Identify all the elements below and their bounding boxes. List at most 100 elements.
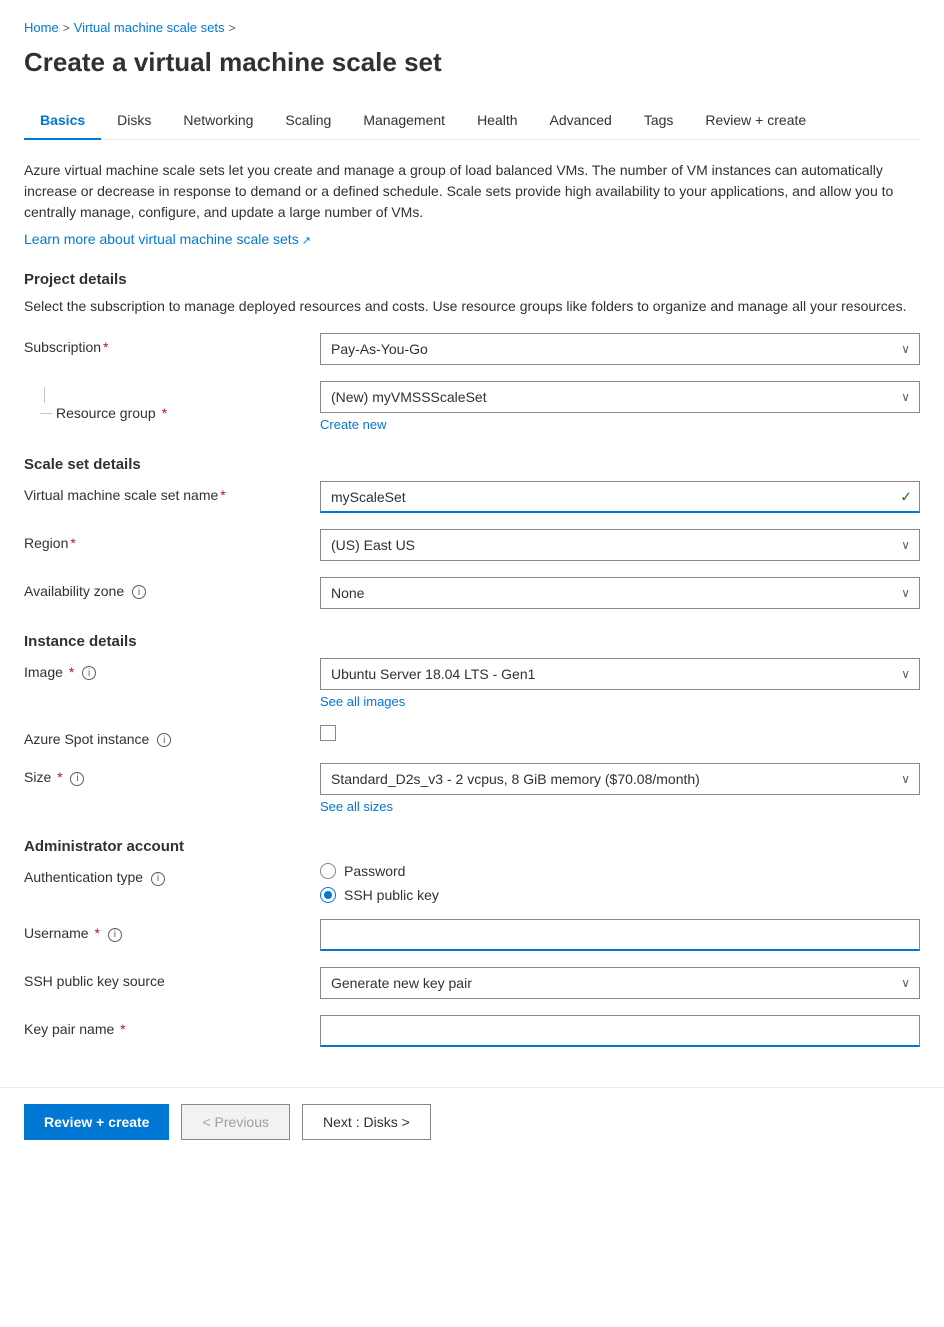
region-row: Region* (US) East US [24,529,920,561]
subscription-control: Pay-As-You-Go [320,333,920,365]
tab-networking[interactable]: Networking [167,102,269,140]
availability-zone-info-icon[interactable]: i [132,585,146,599]
breadcrumb-sep1: > [63,21,70,35]
footer: Review + create < Previous Next : Disks … [0,1087,944,1156]
key-pair-name-control [320,1015,920,1047]
tab-advanced[interactable]: Advanced [534,102,628,140]
availability-zone-control: None [320,577,920,609]
availability-zone-label: Availability zone i [24,577,304,599]
tab-disks[interactable]: Disks [101,102,167,140]
size-row: Size * i Standard_D2s_v3 - 2 vcpus, 8 Gi… [24,763,920,814]
resource-group-control: (New) myVMSSScaleSet Create new [320,381,920,432]
username-info-icon[interactable]: i [108,928,122,942]
azure-spot-row: Azure Spot instance i [24,725,920,747]
project-details-title: Project details [24,271,920,288]
breadcrumb-home[interactable]: Home [24,20,59,35]
auth-ssh-option[interactable]: SSH public key [320,887,920,903]
username-input[interactable] [320,919,920,951]
vmss-name-row: Virtual machine scale set name* ✓ [24,481,920,513]
auth-type-radio-group: Password SSH public key [320,863,920,903]
availability-zone-row: Availability zone i None [24,577,920,609]
vmss-name-control: ✓ [320,481,920,513]
size-select-wrapper: Standard_D2s_v3 - 2 vcpus, 8 GiB memory … [320,763,920,795]
create-new-link[interactable]: Create new [320,417,386,432]
username-row: Username * i [24,919,920,951]
availability-zone-select-wrapper: None [320,577,920,609]
auth-type-label: Authentication type i [24,863,304,885]
image-row: Image * i Ubuntu Server 18.04 LTS - Gen1… [24,658,920,709]
image-label: Image * i [24,658,304,680]
auth-type-info-icon[interactable]: i [151,872,165,886]
tab-basics[interactable]: Basics [24,102,101,140]
review-create-button[interactable]: Review + create [24,1104,169,1140]
subscription-label: Subscription* [24,333,304,355]
azure-spot-info-icon[interactable]: i [157,733,171,747]
azure-spot-control [320,725,920,744]
next-disks-button[interactable]: Next : Disks > [302,1104,431,1140]
auth-type-control: Password SSH public key [320,863,920,903]
see-all-sizes-link[interactable]: See all sizes [320,799,393,814]
auth-password-label: Password [344,863,405,879]
subscription-select[interactable]: Pay-As-You-Go [320,333,920,365]
resource-group-row: Resource group * (New) myVMSSScaleSet Cr… [24,381,920,432]
size-select[interactable]: Standard_D2s_v3 - 2 vcpus, 8 GiB memory … [320,763,920,795]
breadcrumb-vmss[interactable]: Virtual machine scale sets [74,20,225,35]
auth-ssh-label: SSH public key [344,887,439,903]
key-pair-name-input[interactable] [320,1015,920,1047]
username-label: Username * i [24,919,304,941]
key-pair-name-row: Key pair name * [24,1015,920,1047]
see-all-images-link[interactable]: See all images [320,694,405,709]
subscription-required: * [103,339,108,355]
ssh-source-select[interactable]: Generate new key pair [320,967,920,999]
vmss-name-check-icon: ✓ [900,489,912,506]
tabs-bar: Basics Disks Networking Scaling Manageme… [24,102,920,140]
tab-scaling[interactable]: Scaling [269,102,347,140]
resource-group-label-container: Resource group * [24,381,304,421]
key-pair-name-label: Key pair name * [24,1015,304,1037]
project-details-description: Select the subscription to manage deploy… [24,296,920,317]
admin-account-title: Administrator account [24,838,920,855]
image-control: Ubuntu Server 18.04 LTS - Gen1 See all i… [320,658,920,709]
subscription-row: Subscription* Pay-As-You-Go [24,333,920,365]
tab-health[interactable]: Health [461,102,533,140]
page-title: Create a virtual machine scale set [24,47,920,78]
ssh-source-select-wrapper: Generate new key pair [320,967,920,999]
resource-group-select[interactable]: (New) myVMSSScaleSet [320,381,920,413]
instance-details-title: Instance details [24,633,920,650]
resource-group-select-wrapper: (New) myVMSSScaleSet [320,381,920,413]
region-select-wrapper: (US) East US [320,529,920,561]
azure-spot-checkbox[interactable] [320,725,336,741]
auth-password-radio[interactable] [320,863,336,879]
auth-type-row: Authentication type i Password SSH publi… [24,863,920,903]
vmss-name-label: Virtual machine scale set name* [24,481,304,503]
breadcrumb: Home > Virtual machine scale sets > [24,20,920,35]
breadcrumb-sep2: > [228,21,235,35]
learn-more-link[interactable]: Learn more about virtual machine scale s… [24,231,311,247]
intro-description: Azure virtual machine scale sets let you… [24,160,920,223]
azure-spot-label: Azure Spot instance i [24,725,304,747]
ssh-source-row: SSH public key source Generate new key p… [24,967,920,999]
tab-management[interactable]: Management [347,102,461,140]
ssh-source-label: SSH public key source [24,967,304,989]
image-select[interactable]: Ubuntu Server 18.04 LTS - Gen1 [320,658,920,690]
tab-review-create[interactable]: Review + create [689,102,822,140]
tab-tags[interactable]: Tags [628,102,690,140]
availability-zone-select[interactable]: None [320,577,920,609]
scale-set-details-title: Scale set details [24,456,920,473]
region-select[interactable]: (US) East US [320,529,920,561]
auth-password-option[interactable]: Password [320,863,920,879]
subscription-select-wrapper: Pay-As-You-Go [320,333,920,365]
region-control: (US) East US [320,529,920,561]
auth-ssh-radio[interactable] [320,887,336,903]
vmss-name-input-wrapper: ✓ [320,481,920,513]
resource-group-label: Resource group [56,405,156,421]
size-control: Standard_D2s_v3 - 2 vcpus, 8 GiB memory … [320,763,920,814]
previous-button[interactable]: < Previous [181,1104,290,1140]
size-info-icon[interactable]: i [70,772,84,786]
image-select-wrapper: Ubuntu Server 18.04 LTS - Gen1 [320,658,920,690]
image-info-icon[interactable]: i [82,666,96,680]
size-label: Size * i [24,763,304,785]
region-label: Region* [24,529,304,551]
ssh-source-control: Generate new key pair [320,967,920,999]
vmss-name-input[interactable] [320,481,920,513]
